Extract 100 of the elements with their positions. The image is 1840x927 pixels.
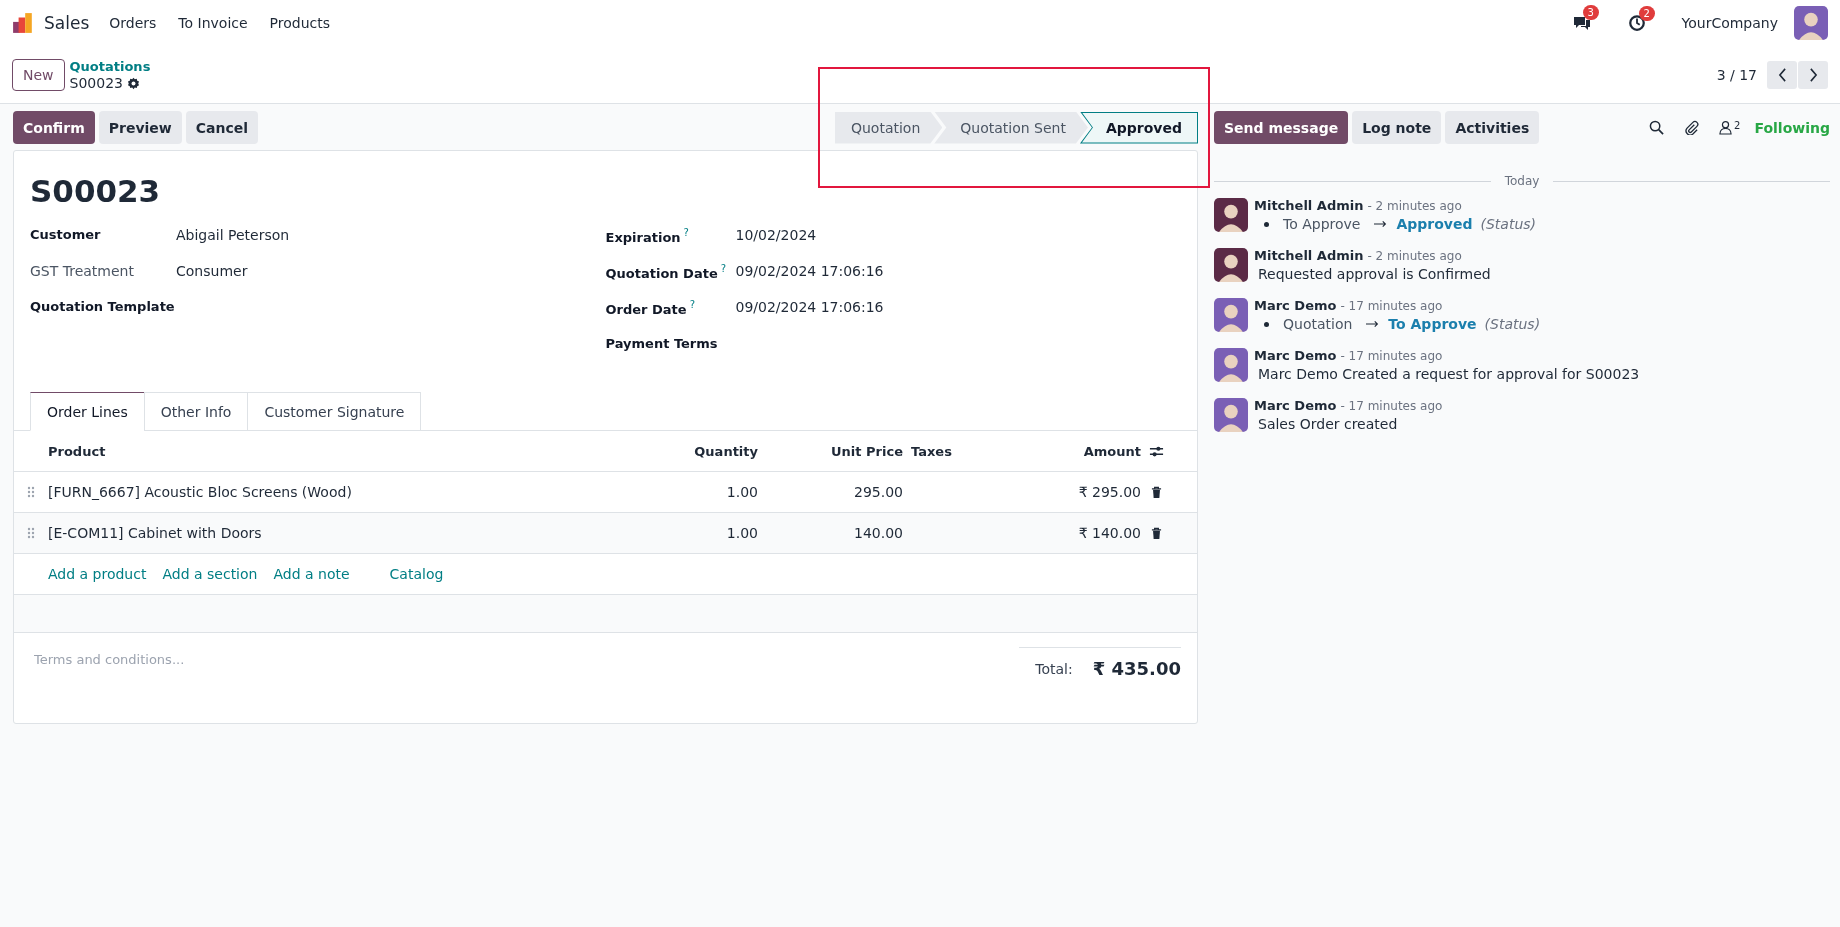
new-value: To Approve [1388,316,1477,332]
menu-item[interactable]: Orders [109,15,157,31]
author-name[interactable]: Marc Demo [1254,298,1337,313]
total-value: ₹ 435.00 [1092,658,1181,679]
column-header[interactable]: Taxes [903,443,981,459]
field-label: Quotation Date [605,265,718,281]
add-line-link[interactable]: Add a section [162,566,258,582]
field-value: Abigail Peterson [176,227,290,243]
avatar [1214,248,1248,282]
follower-count: 2 [1734,120,1741,131]
menu-item[interactable]: Products [269,15,331,31]
chatter-button[interactable]: Send message [1214,111,1349,144]
field-label: Quotation Template [30,299,176,314]
message-time: - 2 minutes ago [1367,199,1462,213]
pager-value: 3 / 17 [1716,66,1757,83]
next-button[interactable] [1798,60,1828,89]
drag-handle-icon[interactable] [27,486,35,498]
add-line-link[interactable]: Catalog [389,566,444,582]
previous-button[interactable] [1767,60,1797,89]
new-value: Approved [1396,216,1473,232]
column-header[interactable]: Quantity [648,443,758,459]
help-tooltip-mark[interactable]: ? [689,299,695,310]
chatter-button[interactable]: Log note [1352,111,1442,144]
avatar [1214,348,1248,382]
message-time: - 17 minutes ago [1340,299,1443,313]
status-step[interactable]: Approved [1079,111,1198,144]
table-cell-text: 295.00 [853,484,903,500]
column-header[interactable]: Amount [981,443,1141,459]
author-name[interactable]: Mitchell Admin [1254,248,1364,263]
table-cell-text: [FURN_6667] Acoustic Bloc Screens (Wood) [48,484,353,500]
table-cell-text: 1.00 [725,525,758,541]
tracked-field: (Status) [1484,316,1541,332]
field-value: Consumer [176,263,248,279]
status-step[interactable]: Quotation [834,111,943,144]
author-name[interactable]: Mitchell Admin [1254,198,1364,213]
column-header[interactable]: Product [48,443,648,459]
tab[interactable]: Order Lines [30,392,145,431]
field-label: Order Date [605,301,687,317]
field-value: 09/02/2024 17:06:16 [735,299,884,315]
message-body: Requested approval is Confirmed [1257,266,1491,282]
chevron-left-icon [1777,67,1787,82]
tracked-field: (Status) [1480,216,1537,232]
help-tooltip-mark[interactable]: ? [683,227,689,238]
table-cell-text: ₹ 140.00 [1077,525,1141,541]
author-name[interactable]: Marc Demo [1254,348,1337,363]
record-title: S00023 [30,173,162,209]
bullet-icon [1264,321,1269,327]
arrow-right-icon [1374,220,1389,228]
field-label: GST Treatment [30,263,135,279]
column-header[interactable]: Unit Price [758,443,903,459]
menu-item[interactable]: To Invoice [178,15,248,31]
field-label: Payment Terms [605,336,718,351]
count-badge: 2 [1638,6,1655,21]
avatar [1214,198,1248,232]
breadcrumb-link[interactable]: Quotations [69,57,151,75]
arrow-right-icon [1366,320,1381,328]
count-badge: 3 [1582,5,1599,20]
gear-icon[interactable] [127,76,140,90]
paperclip-icon[interactable] [1684,120,1700,135]
message-time: - 2 minutes ago [1367,249,1462,263]
chatter-button[interactable]: Activities [1445,111,1540,144]
drag-handle-icon[interactable] [27,527,35,539]
user-avatar [1794,6,1828,40]
app-name-link[interactable]: Sales [44,13,90,33]
app-logo-icon[interactable] [12,12,34,34]
add-line-link[interactable]: Add a product [48,566,147,582]
message-time: - 17 minutes ago [1340,399,1443,413]
table-cell-text: [E-COM11] Cabinet with Doors [48,525,263,541]
action-button[interactable]: Cancel [185,111,259,144]
tab[interactable]: Other Info [143,392,249,431]
add-line-link[interactable]: Add a note [273,566,350,582]
message-time: - 17 minutes ago [1340,349,1443,363]
field-value: 10/02/2024 [735,227,817,243]
trash-icon[interactable] [1150,526,1162,540]
clock-icon[interactable] [1627,14,1646,32]
help-tooltip-mark[interactable]: ? [720,263,726,274]
table-cell-text: 140.00 [853,525,903,541]
field-value: 09/02/2024 17:06:16 [735,263,884,279]
search-icon[interactable] [1649,120,1665,135]
trash-icon[interactable] [1150,485,1162,499]
author-name[interactable]: Marc Demo [1254,398,1337,413]
action-button[interactable]: Confirm [13,111,95,144]
field-label: Customer [30,227,102,242]
avatar [1214,298,1248,332]
avatar [1214,398,1248,432]
new-button[interactable]: New [12,58,65,91]
message-body: Marc Demo Created a request for approval for S00023 [1257,366,1640,382]
person-icon[interactable] [1719,120,1733,135]
status-step[interactable]: Quotation Sent [934,111,1088,144]
old-value: Quotation [1283,316,1353,332]
tab[interactable]: Customer Signature [247,392,422,431]
table-cell-text: 1.00 [725,484,758,500]
action-button[interactable]: Preview [98,111,182,144]
table-cell-text: ₹ 295.00 [1077,484,1141,500]
company-switcher[interactable]: YourCompany [1681,15,1778,31]
record-name: S00023 [69,74,123,92]
old-value: To Approve [1283,216,1361,232]
field-label: Expiration [605,229,681,245]
chevron-right-icon [1808,67,1818,82]
message-body: Sales Order created [1257,416,1399,432]
